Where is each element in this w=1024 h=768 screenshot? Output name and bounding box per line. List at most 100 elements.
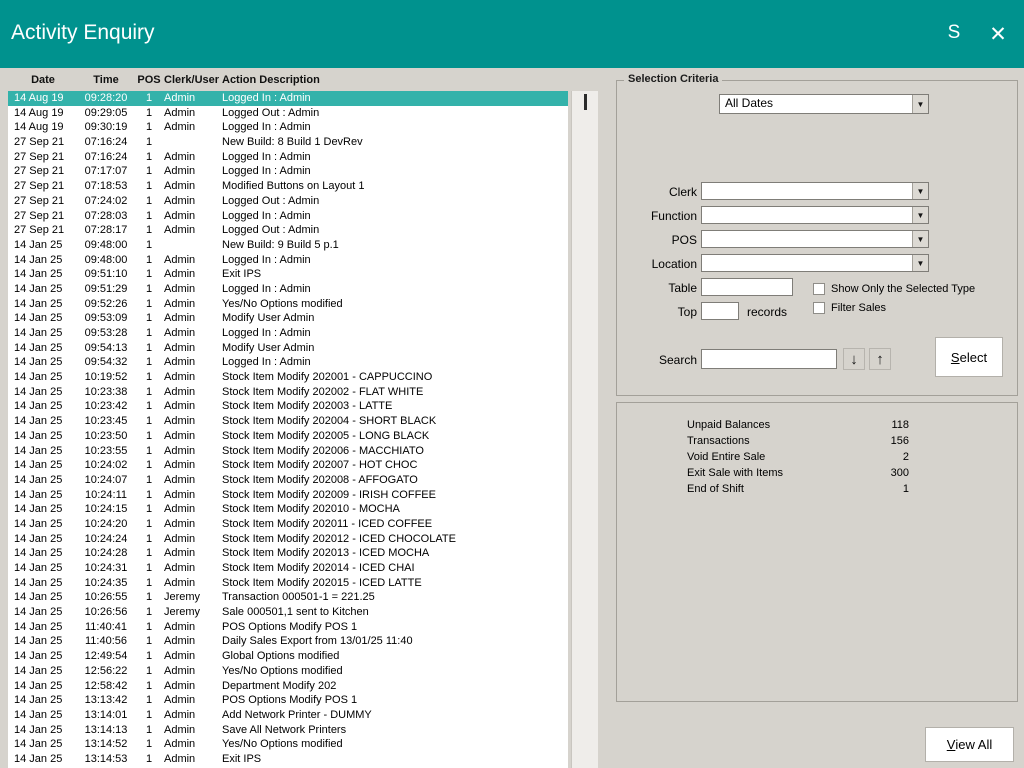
cell-clerk: Admin bbox=[164, 737, 222, 752]
table-row[interactable]: 14 Jan 2511:40:411AdminPOS Options Modif… bbox=[8, 620, 568, 635]
table-row[interactable]: 14 Aug 1909:30:191AdminLogged In : Admin bbox=[8, 120, 568, 135]
table-row[interactable]: 14 Jan 2509:51:291AdminLogged In : Admin bbox=[8, 282, 568, 297]
cell-clerk: Admin bbox=[164, 150, 222, 165]
select-button[interactable]: Select bbox=[935, 337, 1003, 377]
table-row[interactable]: 14 Jan 2509:52:261AdminYes/No Options mo… bbox=[8, 297, 568, 312]
cell-pos: 1 bbox=[134, 150, 164, 165]
cell-action: Stock Item Modify 202009 - IRISH COFFEE bbox=[222, 488, 568, 503]
filter-sales-checkbox[interactable]: Filter Sales bbox=[813, 302, 1013, 314]
table-row[interactable]: 14 Jan 2510:19:521AdminStock Item Modify… bbox=[8, 370, 568, 385]
search-up-button[interactable]: ↑ bbox=[869, 348, 891, 370]
cell-clerk: Jeremy bbox=[164, 605, 222, 620]
table-row[interactable]: 14 Jan 2510:26:551JeremyTransaction 0005… bbox=[8, 590, 568, 605]
cell-pos: 1 bbox=[134, 649, 164, 664]
table-row[interactable]: 14 Jan 2509:48:001AdminLogged In : Admin bbox=[8, 253, 568, 268]
cell-pos: 1 bbox=[134, 370, 164, 385]
pos-dropdown[interactable]: ▼ bbox=[701, 230, 929, 248]
cell-clerk: Admin bbox=[164, 561, 222, 576]
cell-clerk: Admin bbox=[164, 649, 222, 664]
table-row[interactable]: 14 Jan 2510:23:451AdminStock Item Modify… bbox=[8, 414, 568, 429]
table-row[interactable]: 27 Sep 2107:24:021AdminLogged Out : Admi… bbox=[8, 194, 568, 209]
cell-clerk: Admin bbox=[164, 444, 222, 459]
table-row[interactable]: 14 Jan 2511:40:561AdminDaily Sales Expor… bbox=[8, 634, 568, 649]
table-row[interactable]: 14 Jan 2510:24:311AdminStock Item Modify… bbox=[8, 561, 568, 576]
table-row[interactable]: 14 Jan 2510:26:561JeremySale 000501,1 se… bbox=[8, 605, 568, 620]
top-records-input[interactable] bbox=[701, 302, 739, 320]
cell-pos: 1 bbox=[134, 590, 164, 605]
clerk-dropdown[interactable]: ▼ bbox=[701, 182, 929, 200]
table-row[interactable]: 14 Jan 2510:23:501AdminStock Item Modify… bbox=[8, 429, 568, 444]
table-row[interactable]: 14 Jan 2513:14:531AdminExit IPS bbox=[8, 752, 568, 767]
cell-pos: 1 bbox=[134, 120, 164, 135]
cell-time: 10:19:52 bbox=[78, 370, 134, 385]
column-header-action: Action Description bbox=[222, 74, 568, 90]
table-row[interactable]: 14 Jan 2509:53:091AdminModify User Admin bbox=[8, 311, 568, 326]
table-row[interactable]: 27 Sep 2107:28:171AdminLogged Out : Admi… bbox=[8, 223, 568, 238]
table-row[interactable]: 27 Sep 2107:16:241AdminLogged In : Admin bbox=[8, 150, 568, 165]
cell-action: Stock Item Modify 202006 - MACCHIATO bbox=[222, 444, 568, 459]
table-row[interactable]: 14 Jan 2510:24:111AdminStock Item Modify… bbox=[8, 488, 568, 503]
cell-clerk bbox=[164, 135, 222, 150]
table-row[interactable]: 14 Aug 1909:28:201AdminLogged In : Admin bbox=[8, 91, 568, 106]
show-selected-type-checkbox[interactable]: Show Only the Selected Type bbox=[813, 283, 1013, 295]
view-all-button[interactable]: View All bbox=[925, 727, 1014, 762]
cell-time: 10:24:35 bbox=[78, 576, 134, 591]
table-row[interactable]: 14 Jan 2509:54:321AdminLogged In : Admin bbox=[8, 355, 568, 370]
table-row[interactable]: 14 Jan 2513:14:131AdminSave All Network … bbox=[8, 723, 568, 738]
table-row[interactable]: 27 Sep 2107:16:241New Build: 8 Build 1 D… bbox=[8, 135, 568, 150]
table-row[interactable]: 14 Jan 2509:48:001New Build: 9 Build 5 p… bbox=[8, 238, 568, 253]
table-row[interactable]: 14 Jan 2509:53:281AdminLogged In : Admin bbox=[8, 326, 568, 341]
cell-time: 13:14:53 bbox=[78, 752, 134, 767]
stat-label: Unpaid Balances bbox=[687, 417, 869, 433]
table-row[interactable]: 14 Jan 2510:24:071AdminStock Item Modify… bbox=[8, 473, 568, 488]
date-range-value: All Dates bbox=[720, 95, 912, 113]
cell-pos: 1 bbox=[134, 517, 164, 532]
table-row[interactable]: 14 Aug 1909:29:051AdminLogged Out : Admi… bbox=[8, 106, 568, 121]
search-input[interactable] bbox=[701, 349, 837, 369]
cell-action: Daily Sales Export from 13/01/25 11:40 bbox=[222, 634, 568, 649]
table-row[interactable]: 14 Jan 2509:54:131AdminModify User Admin bbox=[8, 341, 568, 356]
vertical-scrollbar[interactable] bbox=[571, 91, 598, 768]
table-row[interactable]: 14 Jan 2510:23:551AdminStock Item Modify… bbox=[8, 444, 568, 459]
table-row[interactable]: 27 Sep 2107:28:031AdminLogged In : Admin bbox=[8, 209, 568, 224]
table-row[interactable]: 14 Jan 2510:24:201AdminStock Item Modify… bbox=[8, 517, 568, 532]
table-row[interactable]: 14 Jan 2510:24:241AdminStock Item Modify… bbox=[8, 532, 568, 547]
table-row[interactable]: 27 Sep 2107:18:531AdminModified Buttons … bbox=[8, 179, 568, 194]
cell-date: 14 Jan 25 bbox=[8, 723, 78, 738]
function-dropdown[interactable]: ▼ bbox=[701, 206, 929, 224]
search-down-button[interactable]: ↓ bbox=[843, 348, 865, 370]
date-range-dropdown[interactable]: All Dates ▼ bbox=[719, 94, 929, 114]
table-row[interactable]: 14 Jan 2513:14:521AdminYes/No Options mo… bbox=[8, 737, 568, 752]
table-row[interactable]: 14 Jan 2510:23:421AdminStock Item Modify… bbox=[8, 399, 568, 414]
cell-date: 14 Jan 25 bbox=[8, 341, 78, 356]
cell-date: 27 Sep 21 bbox=[8, 209, 78, 224]
cell-action: Stock Item Modify 202010 - MOCHA bbox=[222, 502, 568, 517]
cell-pos: 1 bbox=[134, 561, 164, 576]
location-dropdown[interactable]: ▼ bbox=[701, 254, 929, 272]
table-row[interactable]: 14 Jan 2513:14:011AdminAdd Network Print… bbox=[8, 708, 568, 723]
cell-action: Modified Buttons on Layout 1 bbox=[222, 179, 568, 194]
cell-time: 10:24:28 bbox=[78, 546, 134, 561]
table-row[interactable]: 14 Jan 2510:23:381AdminStock Item Modify… bbox=[8, 385, 568, 400]
table-row[interactable]: 14 Jan 2512:56:221AdminYes/No Options mo… bbox=[8, 664, 568, 679]
table-row[interactable]: 14 Jan 2510:24:281AdminStock Item Modify… bbox=[8, 546, 568, 561]
cell-pos: 1 bbox=[134, 693, 164, 708]
cell-date: 14 Jan 25 bbox=[8, 253, 78, 268]
cell-date: 14 Jan 25 bbox=[8, 517, 78, 532]
table-row[interactable]: 14 Jan 2512:58:421AdminDepartment Modify… bbox=[8, 679, 568, 694]
titlebar-s-button[interactable]: S bbox=[942, 22, 966, 44]
table-row[interactable]: 14 Jan 2510:24:151AdminStock Item Modify… bbox=[8, 502, 568, 517]
table-row[interactable]: 14 Jan 2512:49:541AdminGlobal Options mo… bbox=[8, 649, 568, 664]
table-row[interactable]: 14 Jan 2513:13:421AdminPOS Options Modif… bbox=[8, 693, 568, 708]
stat-label: Void Entire Sale bbox=[687, 449, 869, 465]
table-row[interactable]: 27 Sep 2107:17:071AdminLogged In : Admin bbox=[8, 164, 568, 179]
cell-pos: 1 bbox=[134, 385, 164, 400]
close-icon[interactable]: ✕ bbox=[984, 22, 1012, 47]
cell-clerk: Admin bbox=[164, 194, 222, 209]
table-row[interactable]: 14 Jan 2510:24:021AdminStock Item Modify… bbox=[8, 458, 568, 473]
table-input[interactable] bbox=[701, 278, 793, 296]
table-row[interactable]: 14 Jan 2510:24:351AdminStock Item Modify… bbox=[8, 576, 568, 591]
scrollbar-thumb[interactable] bbox=[584, 94, 587, 110]
table-row[interactable]: 14 Jan 2509:51:101AdminExit IPS bbox=[8, 267, 568, 282]
stat-value: 118 bbox=[869, 417, 909, 433]
